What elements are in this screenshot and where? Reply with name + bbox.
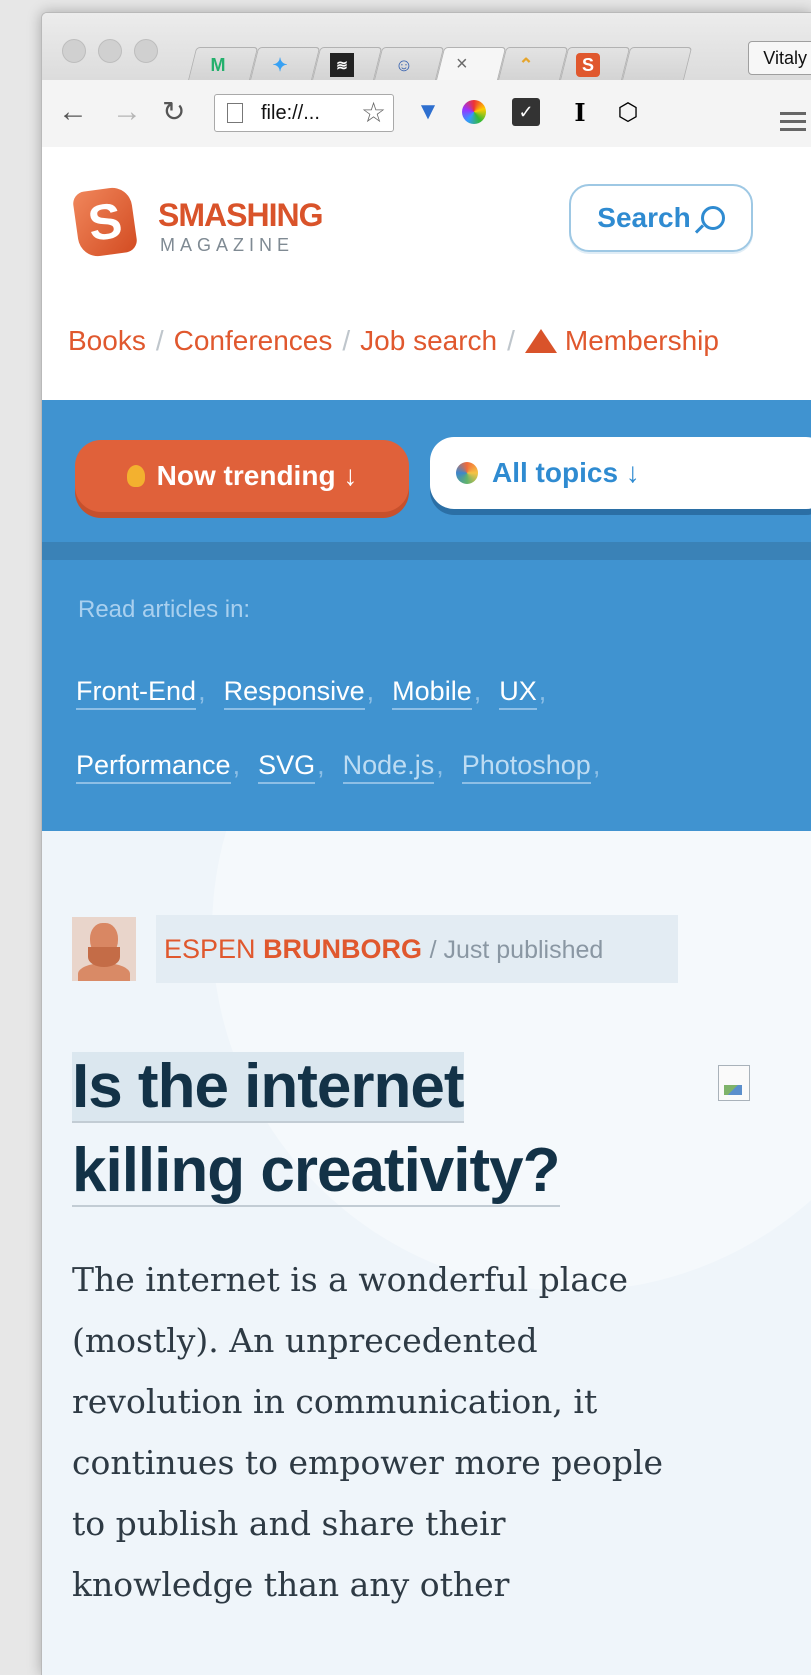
all-topics-label: All topics ↓ (492, 457, 640, 488)
tag-separator: , (592, 750, 601, 780)
logo-title[interactable]: SMASHING (158, 197, 323, 234)
topic-tags-row-1: Front-End, Responsive, Mobile, UX, (76, 676, 564, 710)
article-excerpt: The internet is a wonderful place (mostl… (72, 1260, 664, 1604)
logo-subtitle: MAGAZINE (160, 235, 295, 255)
forward-arrow-icon[interactable]: → (112, 97, 142, 127)
tag-performance[interactable]: Performance (76, 750, 231, 784)
article-headline[interactable]: Is the internet killing creativity? (72, 1045, 632, 1213)
dark-favicon-icon: ≋ (330, 53, 354, 77)
browser-window: M ✦ ≋ ☺ × ⌃ S Vitaly ← → ↻ file://... ☆ … (41, 12, 811, 1675)
tag-mobile[interactable]: Mobile (392, 676, 472, 710)
address-bar[interactable]: file://... ☆ (214, 94, 394, 132)
search-label: Search (597, 202, 691, 233)
tag-front-end[interactable]: Front-End (76, 676, 197, 710)
nav-separator: / (507, 325, 515, 356)
nav-separator: / (342, 325, 351, 356)
tag-separator: , (366, 676, 375, 706)
primary-nav: Books / Conferences / Job search / Membership (42, 289, 811, 400)
smashing-favicon-icon: S (576, 53, 600, 77)
author-avatar[interactable] (72, 917, 136, 981)
topic-tags-row-2: Performance, SVG, Node.js, Photoshop, (76, 750, 618, 784)
arrow-favicon-icon: ⌃ (518, 54, 534, 75)
new-tab-button[interactable] (621, 47, 693, 81)
tent-icon (524, 329, 557, 353)
nav-link-membership[interactable]: Membership (565, 325, 719, 356)
author-byline: ESPEN BRUNBORG / Just published (72, 915, 678, 983)
tag-ux[interactable]: UX (499, 676, 537, 710)
tag-separator: , (198, 676, 206, 706)
site-header: S SMASHING MAGAZINE Search (42, 147, 811, 290)
nav-link-conferences[interactable]: Conferences (174, 325, 333, 356)
tag-separator: , (473, 676, 482, 706)
tag-responsive[interactable]: Responsive (223, 676, 365, 710)
tag-nodejs[interactable]: Node.js (342, 750, 435, 784)
now-trending-label: Now trending ↓ (156, 460, 358, 491)
tag-separator: , (436, 750, 444, 780)
headline-line-2[interactable]: killing creativity? (72, 1136, 561, 1207)
tag-photoshop[interactable]: Photoshop (461, 750, 591, 784)
vpn-extension-icon[interactable]: ▼ (414, 98, 442, 126)
instapaper-extension-icon[interactable]: I (566, 98, 594, 127)
github-favicon-icon: ☺ (394, 54, 414, 75)
byline-text: ESPEN BRUNBORG / Just published (156, 915, 678, 983)
headline-line-1[interactable]: Is the internet (72, 1052, 465, 1123)
close-window-button[interactable] (62, 39, 86, 63)
featured-article: ESPEN BRUNBORG / Just published Is the i… (42, 831, 811, 1675)
back-arrow-icon[interactable]: ← (58, 97, 88, 127)
browser-toolbar: ← → ↻ file://... ☆ ▼ ✓ I ⬡ (42, 80, 811, 148)
tab-close-icon[interactable]: × (456, 53, 468, 76)
smashing-logo-icon[interactable]: S (71, 185, 139, 259)
panel-divider (42, 542, 811, 560)
tag-separator: , (538, 676, 547, 706)
address-url: file://... (261, 102, 320, 124)
profile-button[interactable]: Vitaly (748, 41, 811, 75)
broken-image-icon (718, 1065, 750, 1101)
author-last-name[interactable]: BRUNBORG (263, 934, 422, 964)
all-topics-button[interactable]: All topics ↓ (430, 437, 811, 509)
medium-favicon-icon: M (210, 54, 226, 75)
search-button[interactable]: Search (569, 184, 753, 252)
nav-link-job-search[interactable]: Job search (360, 325, 497, 356)
checkmark-extension-icon[interactable]: ✓ (512, 98, 540, 126)
tag-separator: , (232, 750, 241, 780)
tag-svg[interactable]: SVG (258, 750, 316, 784)
lollipop-icon (456, 462, 478, 484)
menu-icon[interactable] (780, 112, 806, 136)
page-icon (227, 103, 243, 123)
color-picker-extension-icon[interactable] (462, 100, 486, 124)
tab-active[interactable] (435, 47, 507, 81)
topics-panel: Now trending ↓ All topics ↓ Read article… (42, 400, 811, 831)
nav-link-books[interactable]: Books (68, 325, 146, 356)
maximize-window-button[interactable] (134, 39, 158, 63)
shield-extension-icon[interactable]: ⬡ (614, 98, 642, 126)
twitter-favicon-icon: ✦ (272, 54, 288, 75)
search-icon (700, 206, 725, 230)
read-articles-label: Read articles in: (78, 596, 251, 623)
publish-status: / Just published (429, 936, 604, 964)
reload-icon[interactable]: ↻ (162, 97, 185, 127)
tag-separator: , (317, 750, 325, 780)
author-first-name[interactable]: ESPEN (164, 934, 256, 964)
nav-separator: / (155, 325, 164, 356)
minimize-window-button[interactable] (98, 39, 122, 63)
bookmark-star-icon[interactable]: ☆ (361, 96, 386, 129)
now-trending-button[interactable]: Now trending ↓ (75, 440, 409, 512)
flame-icon (126, 465, 145, 487)
tab-strip: M ✦ ≋ ☺ × ⌃ S Vitaly (42, 13, 811, 81)
